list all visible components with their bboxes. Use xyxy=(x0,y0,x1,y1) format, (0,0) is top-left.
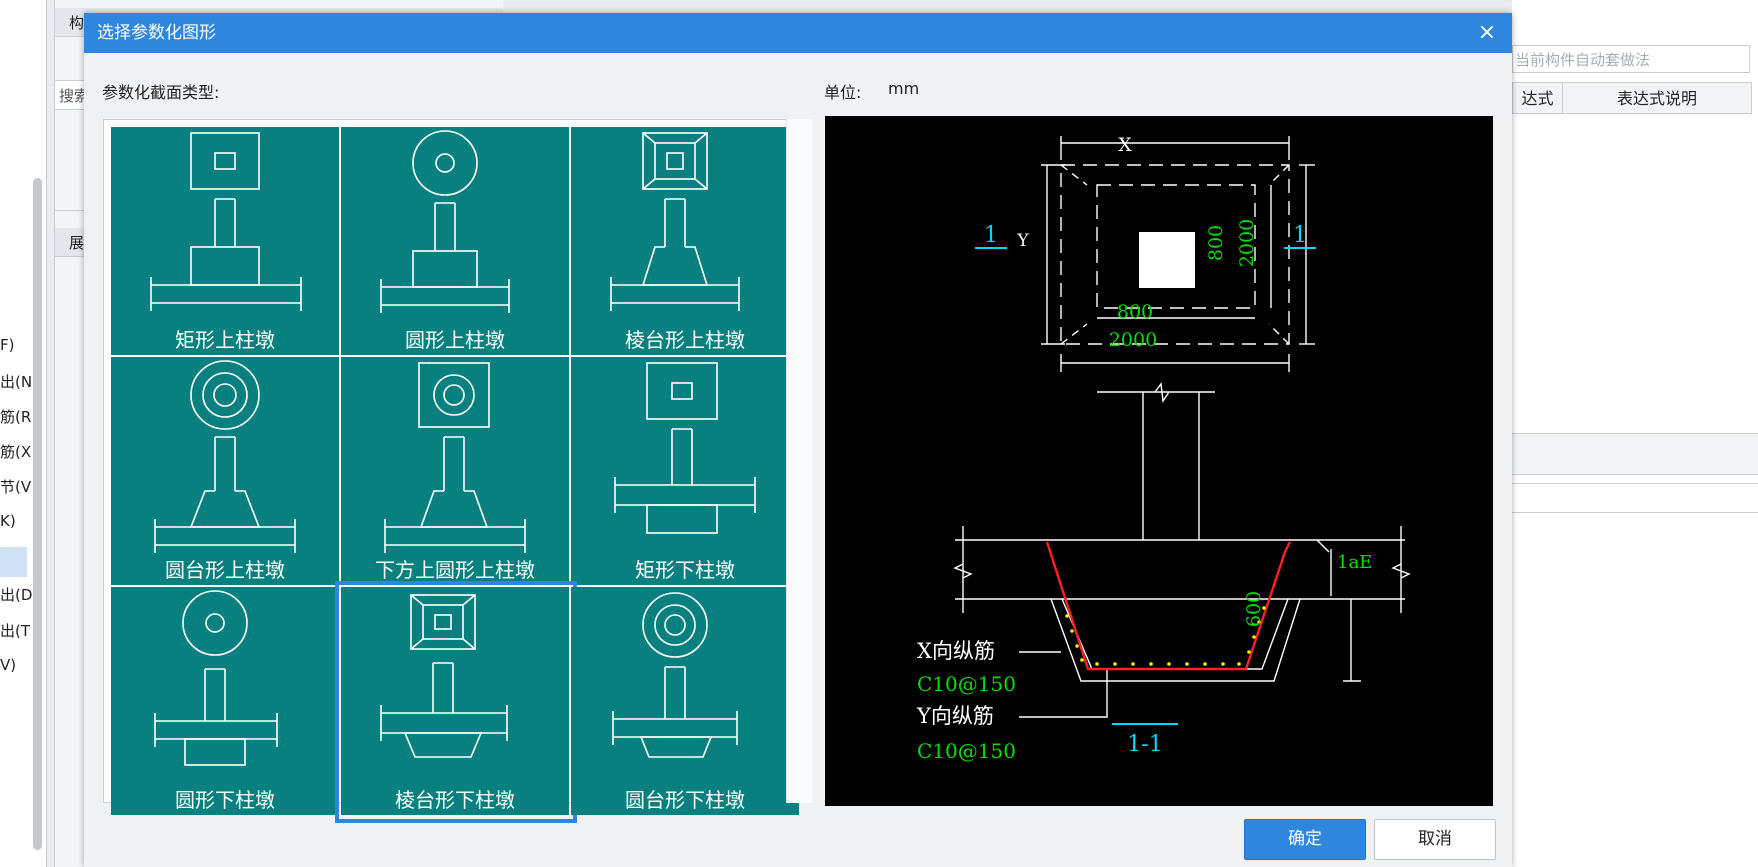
rect-upper-pier-icon xyxy=(150,132,302,311)
column-square xyxy=(1139,232,1195,288)
frustum-lower-pier-drawing: X Y 800 2000 800 2000 1 1 1aE 600 X向纵筋 C… xyxy=(916,134,1411,763)
shape-name: 圆形上柱墩 xyxy=(405,328,505,352)
right-panel-row xyxy=(1512,483,1758,513)
middle-panel-title: 构 xyxy=(69,14,85,32)
section-mark-right: 1 xyxy=(1293,223,1307,248)
shape-round-upper-pier[interactable]: 圆形上柱墩 xyxy=(341,127,569,355)
shape-tile: 圆形上柱墩 xyxy=(341,127,569,355)
auto-method-field[interactable]: 当前构件自动套做法 xyxy=(1512,45,1750,73)
left-panel-item[interactable]: F) xyxy=(0,336,14,354)
left-panel-item[interactable]: 筋(R xyxy=(0,406,31,427)
shape-name: 矩形下柱墩 xyxy=(635,558,735,582)
shape-name: 矩形上柱墩 xyxy=(175,328,275,352)
unit-value: mm xyxy=(888,79,920,98)
dialog-title: 选择参数化图形 xyxy=(97,23,216,43)
shape-tile: 矩形上柱墩 xyxy=(111,127,339,355)
frustum-upper-pier-icon xyxy=(610,132,740,311)
round-lower-pier-icon xyxy=(154,590,278,766)
column-header[interactable]: 达式 xyxy=(1512,82,1563,114)
shape-name: 下方上圆形上柱墩 xyxy=(375,558,535,582)
dim-600-label: 600 xyxy=(1243,591,1265,627)
right-panel-row xyxy=(1512,433,1758,475)
rebar-dots xyxy=(1065,606,1266,666)
selection-frame xyxy=(335,581,577,823)
shape-round-lower-pier[interactable]: 圆形下柱墩 xyxy=(111,587,339,815)
x-rebar-label: X向纵筋 xyxy=(917,639,995,663)
left-panel-item[interactable]: V) xyxy=(0,656,16,674)
section-mark-left: 1 xyxy=(984,223,998,248)
parametric-shape-dialog: 选择参数化图形 × 参数化截面类型: 单位: mm 矩形上柱墩 圆形上柱墩 棱台… xyxy=(84,13,1512,867)
left-panel-item[interactable]: K) xyxy=(0,512,16,530)
y-rebar-spec: C10@150 xyxy=(917,739,1016,763)
shape-tile: 矩形下柱墩 xyxy=(571,357,799,585)
section-type-label: 参数化截面类型: xyxy=(102,83,220,102)
section-title: 1-1 xyxy=(1127,732,1162,757)
dialog-title-bar[interactable]: 选择参数化图形 × xyxy=(84,13,1512,53)
x-rebar-spec: C10@150 xyxy=(917,672,1016,696)
dim-800-horizontal: 800 xyxy=(1117,301,1153,323)
y-rebar-label: Y向纵筋 xyxy=(916,704,994,728)
shape-rect-upper-pier[interactable]: 矩形上柱墩 xyxy=(111,127,339,355)
shape-frustum-upper-pier[interactable]: 棱台形上柱墩 xyxy=(571,127,799,355)
left-panel-item[interactable]: 出(N xyxy=(0,371,32,392)
dim-lae-label: 1aE xyxy=(1337,552,1372,573)
close-button[interactable]: × xyxy=(1472,18,1502,48)
shape-tile: 棱台形上柱墩 xyxy=(571,127,799,355)
close-icon: × xyxy=(1477,20,1497,45)
cancel-button[interactable]: 取消 xyxy=(1374,819,1496,860)
shape-square-base-round-upper-pier[interactable]: 下方上圆形上柱墩 xyxy=(341,357,569,585)
shape-grid-scrollbar[interactable] xyxy=(786,119,813,803)
dim-x-label: X xyxy=(1118,134,1132,156)
shape-name: 圆形下柱墩 xyxy=(175,788,275,812)
shape-round-frustum-upper-pier[interactable]: 圆台形上柱墩 xyxy=(111,357,339,585)
round-frustum-upper-pier-icon xyxy=(154,360,296,553)
left-panel-item[interactable]: 节(V xyxy=(0,476,31,497)
left-panel-scrollbar[interactable] xyxy=(33,178,42,850)
dim-2000-horizontal: 2000 xyxy=(1109,329,1157,351)
left-panel-item[interactable]: 筋(X xyxy=(0,441,31,462)
left-panel-selection xyxy=(0,547,27,577)
ok-button[interactable]: 确定 xyxy=(1244,819,1366,860)
column-header[interactable]: 表达式说明 xyxy=(1562,82,1752,114)
middle-panel-title: 展 xyxy=(69,234,85,252)
shape-grid: 矩形上柱墩 圆形上柱墩 棱台形上柱墩 圆台形上柱墩 下方上圆形上柱墩 矩形下柱墩… xyxy=(103,119,813,823)
shape-round-frustum-lower-pier[interactable]: 圆台形下柱墩 xyxy=(571,587,799,815)
square-base-round-upper-pier-icon xyxy=(384,362,526,553)
left-panel-item[interactable]: 出(D xyxy=(0,584,32,605)
shape-frustum-lower-pier[interactable]: 棱台形下柱墩 xyxy=(335,581,577,823)
shape-name: 圆台形上柱墩 xyxy=(165,558,285,582)
dim-2000-vertical: 2000 xyxy=(1236,219,1258,267)
rect-lower-pier-icon xyxy=(614,362,756,534)
round-upper-pier-icon xyxy=(380,130,510,313)
shape-tile: 圆台形下柱墩 xyxy=(571,587,799,815)
shape-name: 棱台形上柱墩 xyxy=(625,328,745,352)
left-panel-item[interactable]: 出(T xyxy=(0,620,30,641)
shape-name: 圆台形下柱墩 xyxy=(625,788,745,812)
shape-rect-lower-pier[interactable]: 矩形下柱墩 xyxy=(571,357,799,585)
unit-label: 单位: xyxy=(824,83,862,102)
shape-tile: 下方上圆形上柱墩 xyxy=(341,357,569,585)
shape-tile: 圆台形上柱墩 xyxy=(111,357,339,585)
dim-y-label: Y xyxy=(1016,231,1029,251)
shape-preview: X Y 800 2000 800 2000 1 1 1aE 600 X向纵筋 C… xyxy=(825,116,1493,806)
round-frustum-lower-pier-icon xyxy=(612,592,738,758)
dim-800-vertical: 800 xyxy=(1205,225,1227,261)
shape-tile: 圆形下柱墩 xyxy=(111,587,339,815)
